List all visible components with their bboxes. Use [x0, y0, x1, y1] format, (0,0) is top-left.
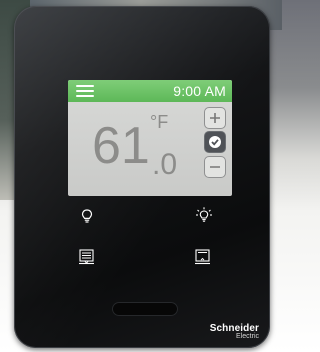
proximity-sensor	[112, 302, 178, 316]
temperature-integer: 61	[92, 117, 150, 175]
thermostat-device: 9:00 AM 61 .0 °F Schneider Electric	[14, 6, 270, 348]
decrease-button[interactable]	[204, 156, 226, 178]
clock-time: 9:00 AM	[173, 83, 226, 99]
confirm-button[interactable]	[204, 131, 226, 153]
check-circle-icon	[209, 136, 221, 148]
increase-button[interactable]	[204, 107, 226, 129]
light-off-button[interactable]	[80, 208, 94, 229]
brand-sub: Electric	[236, 333, 259, 340]
blinds-up-icon	[195, 249, 210, 265]
status-bar: 9:00 AM	[68, 80, 232, 102]
thermostat-screen: 9:00 AM 61 .0 °F	[68, 80, 232, 196]
blinds-down-button[interactable]	[78, 248, 96, 271]
light-on-button[interactable]	[194, 206, 214, 231]
light-bulb-off-icon	[81, 209, 93, 223]
light-bulb-on-icon	[196, 207, 212, 222]
blinds-down-icon	[79, 249, 94, 265]
temperature-unit: °F	[150, 112, 169, 132]
blinds-up-button[interactable]	[194, 248, 212, 271]
temperature-decimal: .0	[152, 148, 178, 181]
brand-logo: Schneider Electric	[210, 323, 259, 340]
menu-icon[interactable]	[76, 85, 94, 98]
minus-icon	[210, 166, 220, 168]
plus-icon	[210, 113, 220, 123]
